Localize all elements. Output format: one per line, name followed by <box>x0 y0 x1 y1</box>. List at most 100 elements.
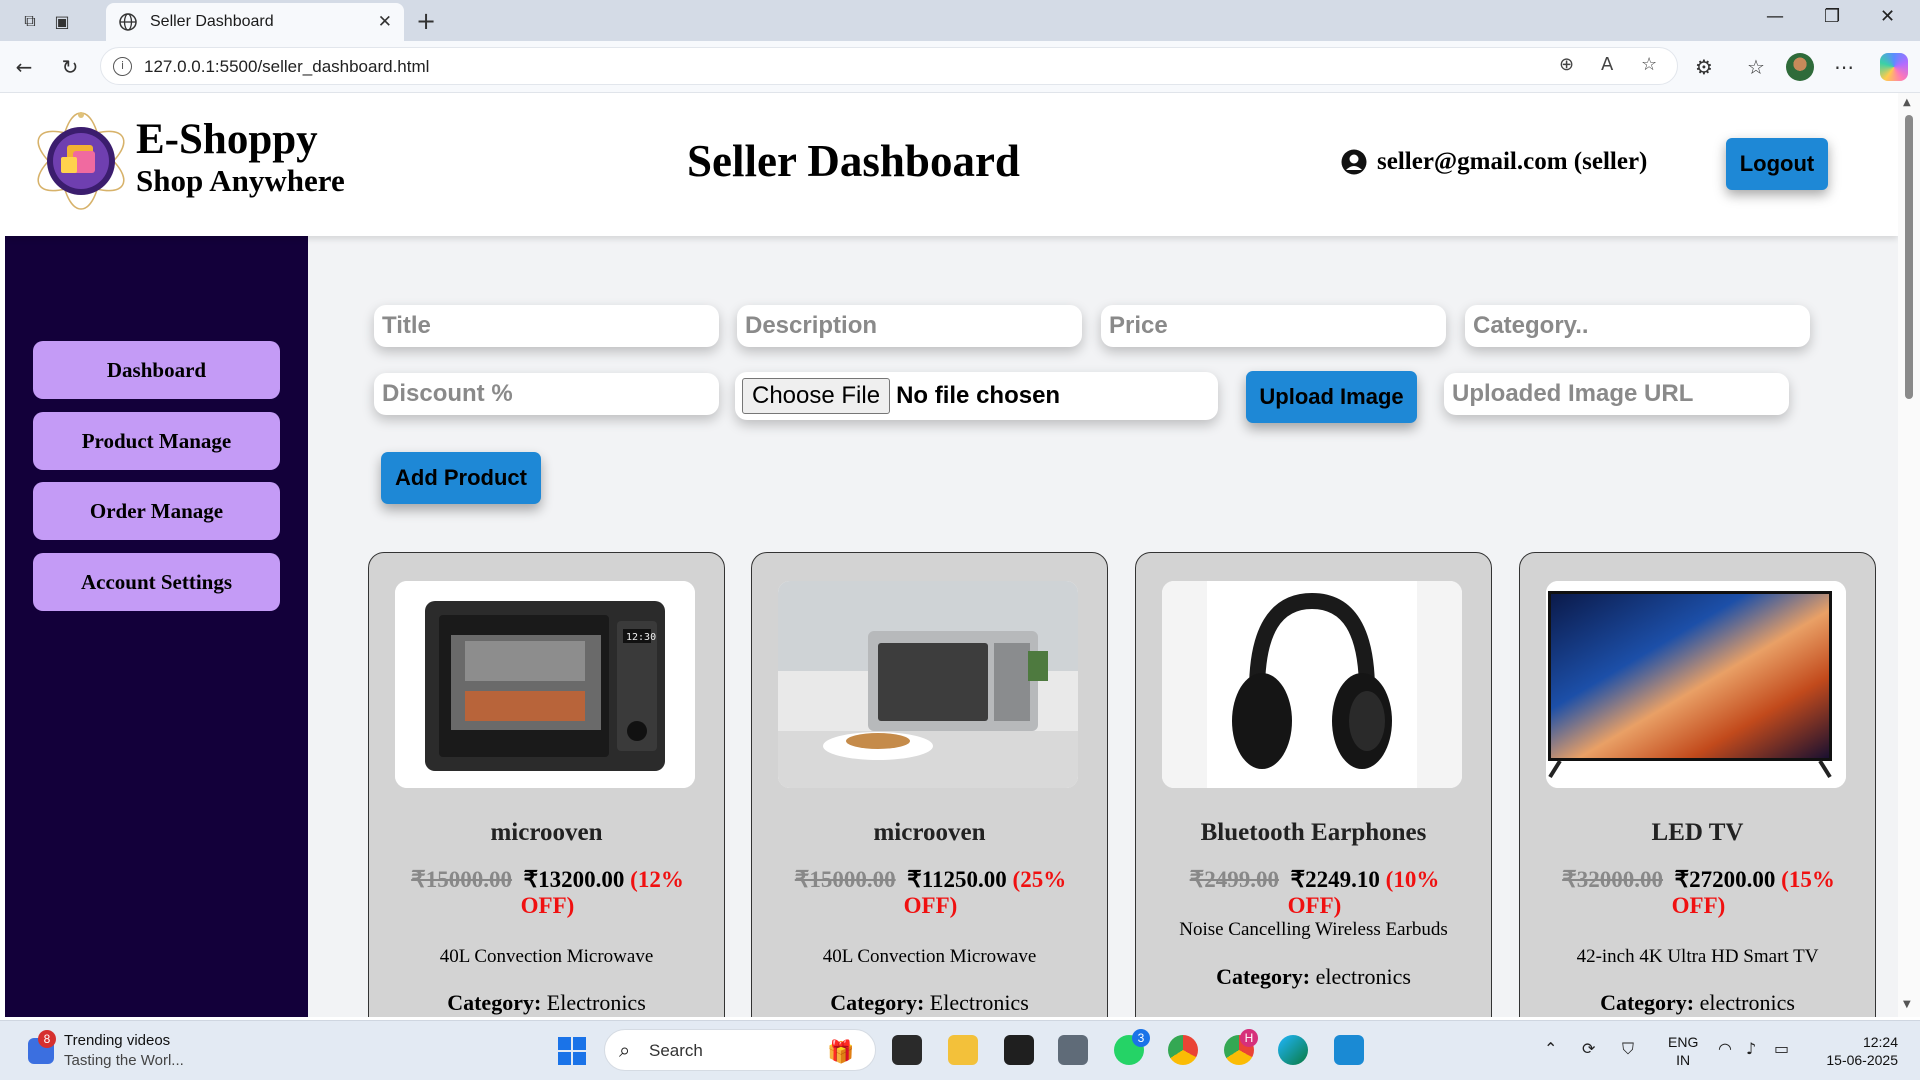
back-icon[interactable]: ← <box>10 53 38 81</box>
security-icon[interactable]: ⛉ <box>1622 1039 1634 1059</box>
category-label: Category: <box>830 990 925 1015</box>
brand: E-Shoppy Shop Anywhere <box>136 117 345 199</box>
category-input[interactable]: Category.. <box>1465 305 1810 347</box>
sidebar-item-account-settings[interactable]: Account Settings <box>33 553 280 611</box>
close-tab-icon[interactable]: ✕ <box>378 12 392 32</box>
news-title[interactable]: Trending videos <box>64 1032 170 1049</box>
current-price: ₹27200.00 <box>1674 867 1776 892</box>
logout-button[interactable]: Logout <box>1726 138 1828 190</box>
product-name: microoven <box>490 819 603 846</box>
language-indicator[interactable]: ENG IN <box>1668 1033 1698 1069</box>
product-description: Noise Cancelling Wireless Earbuds <box>1179 919 1448 940</box>
tab-actions-icon[interactable]: ▣ <box>50 9 74 33</box>
favorite-star-icon[interactable]: ☆ <box>1641 54 1657 75</box>
file-status: No file chosen <box>896 382 1061 409</box>
product-description: 40L Convection Microwave <box>822 946 1037 967</box>
search-highlight-icon: 🎁 <box>827 1039 855 1064</box>
main-content: Title Description Price Category.. Disco… <box>308 236 1898 1017</box>
terminal-icon[interactable] <box>1004 1035 1034 1065</box>
browser-tab-bar: ⧉ ▣ Seller Dashboard ✕ + — ❐ ✕ <box>0 0 1920 41</box>
title-input[interactable]: Title <box>374 305 719 347</box>
user-email: seller@gmail.com (seller) <box>1377 148 1648 175</box>
product-category: Category: electronics <box>1136 964 1491 990</box>
user-circle-icon <box>1341 149 1367 175</box>
copilot-icon[interactable] <box>1880 53 1908 81</box>
sidebar: Dashboard Product Manage Order Manage Ac… <box>5 236 308 1017</box>
vscode-icon[interactable] <box>1334 1035 1364 1065</box>
browser-tab[interactable]: Seller Dashboard ✕ <box>106 3 404 41</box>
scrollbar-thumb[interactable] <box>1905 115 1913 399</box>
workspaces-icon[interactable]: ⧉ <box>18 9 42 33</box>
extensions-icon[interactable]: ⚙ <box>1690 53 1718 81</box>
sync-icon[interactable]: ⟳ <box>1582 1039 1595 1058</box>
discount-input[interactable]: Discount % <box>374 373 719 415</box>
minimize-icon[interactable]: — <box>1766 6 1784 27</box>
battery-icon[interactable]: ▭ <box>1774 1039 1789 1058</box>
site-header: E-Shoppy Shop Anywhere Seller Dashboard … <box>5 93 1898 236</box>
address-bar[interactable]: i 127.0.0.1:5500/seller_dashboard.html ⊕… <box>100 47 1678 85</box>
product-category: Category: electronics <box>1520 990 1875 1016</box>
windows-start-icon[interactable] <box>558 1037 586 1065</box>
product-card: Bluetooth Earphones ₹2499.00 ₹2249.10 (1… <box>1135 552 1492 1017</box>
brand-name: E-Shoppy <box>136 116 318 163</box>
old-price: ₹15000.00 <box>794 867 896 892</box>
sidebar-item-order-manage[interactable]: Order Manage <box>33 482 280 540</box>
choose-file-button[interactable]: Choose File <box>742 378 891 414</box>
microwave-image: 12:30 <box>395 581 695 788</box>
file-explorer-icon[interactable] <box>948 1035 978 1065</box>
site-info-icon[interactable]: i <box>113 57 132 76</box>
restore-icon[interactable]: ❐ <box>1824 6 1840 27</box>
product-description: 40L Convection Microwave <box>439 946 654 967</box>
svg-text:12:30: 12:30 <box>626 632 656 643</box>
current-price: ₹2249.10 <box>1290 867 1380 892</box>
uploaded-image-url-input[interactable]: Uploaded Image URL <box>1444 373 1789 415</box>
product-price: ₹15000.00 ₹11250.00 (25% OFF) <box>788 867 1073 919</box>
sidebar-item-dashboard[interactable]: Dashboard <box>33 341 280 399</box>
product-name: Bluetooth Earphones <box>1200 819 1427 846</box>
price-input[interactable]: Price <box>1101 305 1446 347</box>
tab-title: Seller Dashboard <box>150 13 274 30</box>
sidebar-item-product-manage[interactable]: Product Manage <box>33 412 280 470</box>
category-value: electronics <box>1315 964 1411 989</box>
chrome-profile-badge: H <box>1240 1029 1258 1047</box>
product-image <box>778 581 1078 788</box>
reload-icon[interactable]: ↻ <box>56 53 84 81</box>
product-card: 12:30 microoven ₹15000.00 ₹13200.00 (12%… <box>368 552 725 1017</box>
description-input[interactable]: Description <box>737 305 1082 347</box>
profile-avatar[interactable] <box>1786 53 1814 81</box>
headphones-image <box>1162 581 1462 788</box>
image-file-picker: Choose File No file chosen <box>735 372 1218 420</box>
edge-icon[interactable] <box>1278 1035 1308 1065</box>
microwave-kitchen-image <box>778 581 1078 788</box>
taskbar-search[interactable]: ⌕ Search 🎁 <box>604 1029 876 1071</box>
favorites-icon[interactable]: ☆ <box>1742 53 1770 81</box>
add-product-button[interactable]: Add Product <box>381 452 541 504</box>
chrome-icon[interactable] <box>1168 1035 1198 1065</box>
product-price: ₹15000.00 ₹13200.00 (12% OFF) <box>405 867 690 919</box>
product-image: 12:30 <box>395 581 695 788</box>
system-clock[interactable]: 12:24 15-06-2025 <box>1818 1033 1898 1069</box>
scroll-up-icon[interactable]: ▲ <box>1903 97 1911 108</box>
page-viewport: E-Shoppy Shop Anywhere Seller Dashboard … <box>5 93 1898 1017</box>
url-text[interactable]: 127.0.0.1:5500/seller_dashboard.html <box>144 57 429 77</box>
show-hidden-icons-icon[interactable]: ⌃ <box>1544 1039 1557 1058</box>
product-image <box>1162 581 1462 788</box>
category-value: electronics <box>1699 990 1795 1015</box>
read-aloud-icon[interactable]: A <box>1601 54 1613 75</box>
zoom-icon[interactable]: ⊕ <box>1559 54 1574 75</box>
product-description: 42-inch 4K Ultra HD Smart TV <box>1576 946 1819 967</box>
old-price: ₹32000.00 <box>1562 867 1664 892</box>
news-subtitle[interactable]: Tasting the Worl... <box>64 1052 184 1069</box>
new-tab-icon[interactable]: + <box>416 7 436 35</box>
task-view-icon[interactable] <box>892 1035 922 1065</box>
upload-image-button[interactable]: Upload Image <box>1246 371 1417 423</box>
page-scrollbar[interactable]: ▲ ▼ <box>1898 93 1920 1017</box>
more-menu-icon[interactable]: ⋯ <box>1830 53 1858 81</box>
wifi-icon[interactable]: ◠ <box>1718 1039 1732 1058</box>
product-price: ₹2499.00 ₹2249.10 (10% OFF) <box>1172 867 1457 919</box>
window-close-icon[interactable]: ✕ <box>1880 6 1895 27</box>
old-price: ₹15000.00 <box>411 867 513 892</box>
calculator-icon[interactable] <box>1058 1035 1088 1065</box>
volume-icon[interactable]: ♪ <box>1746 1039 1756 1058</box>
scroll-down-icon[interactable]: ▼ <box>1903 999 1911 1010</box>
